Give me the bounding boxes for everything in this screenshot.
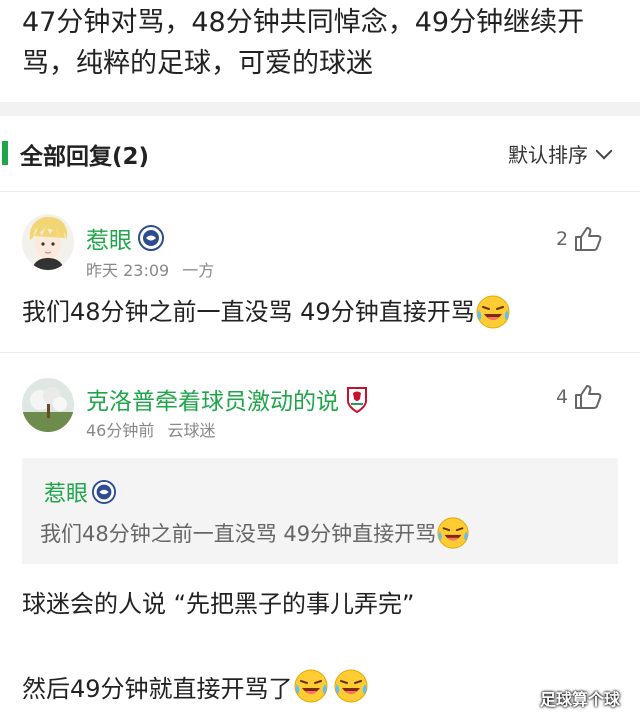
comment-1-like-button[interactable]: 2 [556, 226, 602, 252]
section-accent-bar [2, 141, 8, 165]
team-badge-icon [92, 480, 117, 504]
comment-2-username[interactable]: 克洛普牵着球员激动的说 [86, 382, 369, 416]
quoted-text: 我们48分钟之前一直没骂 49分钟直接开骂 [40, 516, 470, 550]
post-text-line-2: 骂，纯粹的足球，可爱的球迷 [22, 48, 373, 79]
avatar-anime-boy-icon [22, 214, 74, 270]
laughing-crying-emoji-icon [437, 517, 469, 549]
avatar[interactable] [22, 378, 74, 432]
watermark: 足球算个球 [540, 690, 621, 709]
comment-2-like-count: 4 [556, 386, 569, 408]
comment-2-meta: 46分钟前 云球迷 [86, 417, 223, 441]
comment-1-like-count: 2 [556, 228, 569, 250]
comment-divider [0, 352, 640, 353]
laughing-crying-emoji-icon [294, 669, 328, 703]
post-text: 47分钟对骂，48分钟共同悼念，49分钟继续开 骂，纯粹的足球，可爱的球迷 [22, 2, 622, 84]
sort-label: 默认排序 [508, 143, 588, 167]
replies-title: 全部回复(2) [20, 144, 150, 170]
laughing-crying-emoji-icon [476, 295, 510, 329]
comment-2-text-line-1: 球迷会的人说 “先把黑子的事儿弄完” [22, 590, 415, 618]
sort-dropdown[interactable]: 默认排序 [508, 139, 613, 168]
section-gap [0, 102, 640, 116]
comment-1-time: 昨天 23:09 [86, 261, 170, 280]
post-text-line-1: 47分钟对骂，48分钟共同悼念，49分钟继续开 [22, 7, 585, 38]
avatar-landscape-icon [22, 378, 74, 432]
avatar[interactable] [22, 214, 74, 270]
thumbs-up-icon [575, 385, 602, 409]
comment-2-text-line-2: 然后49分钟就直接开骂了 [22, 668, 369, 704]
comment-2-like-button[interactable]: 4 [556, 384, 602, 410]
liverpool-crest-icon [347, 387, 367, 413]
chevron-down-icon [595, 142, 613, 159]
comment-1-tag: 一方 [182, 261, 215, 280]
laughing-crying-emoji-icon [334, 669, 368, 703]
comment-2-time: 46分钟前 [86, 421, 155, 440]
comment-2-tag: 云球迷 [167, 421, 216, 440]
comment-1-meta: 昨天 23:09 一方 [86, 257, 222, 281]
comment-1-username[interactable]: 惹眼 [86, 221, 164, 255]
thumbs-up-icon [575, 227, 602, 251]
comment-1-text: 我们48分钟之前一直没骂 49分钟直接开骂 [22, 294, 511, 330]
team-badge-icon [138, 225, 164, 251]
quoted-username[interactable]: 惹眼 [44, 476, 117, 508]
